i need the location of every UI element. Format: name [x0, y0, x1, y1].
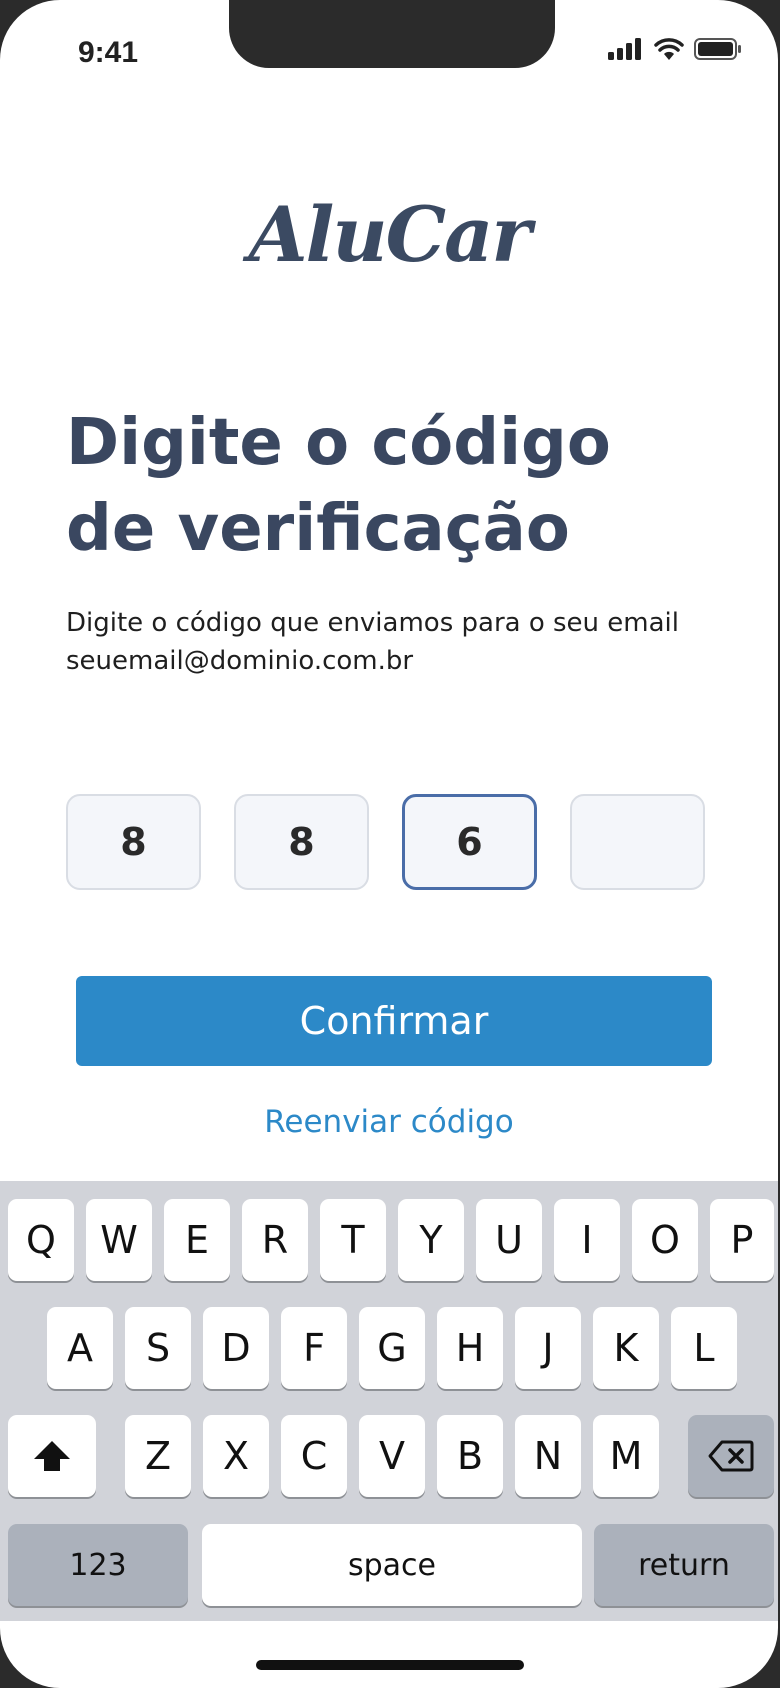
code-digit-4[interactable]	[570, 794, 705, 890]
key-c[interactable]: C	[281, 1415, 347, 1497]
key-z[interactable]: Z	[125, 1415, 191, 1497]
key-u[interactable]: U	[476, 1199, 542, 1281]
title-line-1: Digite o código	[66, 406, 611, 480]
notch	[229, 0, 555, 68]
key-y[interactable]: Y	[398, 1199, 464, 1281]
key-o[interactable]: O	[632, 1199, 698, 1281]
key-f[interactable]: F	[281, 1307, 347, 1389]
return-key[interactable]: return	[594, 1524, 774, 1606]
key-i[interactable]: I	[554, 1199, 620, 1281]
key-n[interactable]: N	[515, 1415, 581, 1497]
verification-code-inputs: 8 8 6	[66, 794, 705, 890]
key-s[interactable]: S	[125, 1307, 191, 1389]
battery-icon	[694, 38, 741, 60]
confirm-button[interactable]: Confirmar	[76, 976, 712, 1066]
key-e[interactable]: E	[164, 1199, 230, 1281]
key-w[interactable]: W	[86, 1199, 152, 1281]
key-h[interactable]: H	[437, 1307, 503, 1389]
key-g[interactable]: G	[359, 1307, 425, 1389]
page-title: Digite o código de verificação	[66, 400, 726, 572]
space-key[interactable]: space	[202, 1524, 582, 1606]
keyboard: Q W E R T Y U I O P A S D F G H J K L Z …	[0, 1181, 778, 1621]
code-digit-3[interactable]: 6	[402, 794, 537, 890]
key-m[interactable]: M	[593, 1415, 659, 1497]
instruction-text: Digite o código que enviamos para o seu …	[66, 604, 746, 680]
status-icons	[608, 38, 742, 60]
key-a[interactable]: A	[47, 1307, 113, 1389]
delete-key[interactable]	[688, 1415, 774, 1497]
title-line-2: de verificação	[66, 492, 570, 566]
key-v[interactable]: V	[359, 1415, 425, 1497]
numbers-key[interactable]: 123	[8, 1524, 188, 1606]
email-address: seuemail@dominio.com.br	[66, 646, 414, 676]
shift-icon	[34, 1441, 70, 1471]
key-k[interactable]: K	[593, 1307, 659, 1389]
key-r[interactable]: R	[242, 1199, 308, 1281]
home-indicator[interactable]	[256, 1660, 524, 1670]
signal-icon	[608, 38, 641, 60]
key-p[interactable]: P	[710, 1199, 774, 1281]
key-d[interactable]: D	[203, 1307, 269, 1389]
shift-key[interactable]	[8, 1415, 96, 1497]
backspace-icon	[708, 1440, 754, 1472]
code-digit-2[interactable]: 8	[234, 794, 369, 890]
key-x[interactable]: X	[203, 1415, 269, 1497]
status-time: 9:41	[78, 36, 139, 69]
key-j[interactable]: J	[515, 1307, 581, 1389]
key-q[interactable]: Q	[8, 1199, 74, 1281]
code-digit-1[interactable]: 8	[66, 794, 201, 890]
instruction-line-1: Digite o código que enviamos para o seu …	[66, 608, 679, 638]
app-logo: AluCar	[248, 190, 532, 279]
key-b[interactable]: B	[437, 1415, 503, 1497]
wifi-icon	[654, 38, 684, 60]
phone-screen: 9:41 AluCar Digite o código de verificaç…	[0, 0, 778, 1688]
resend-code-link[interactable]: Reenviar código	[0, 1104, 778, 1140]
key-t[interactable]: T	[320, 1199, 386, 1281]
key-l[interactable]: L	[671, 1307, 737, 1389]
